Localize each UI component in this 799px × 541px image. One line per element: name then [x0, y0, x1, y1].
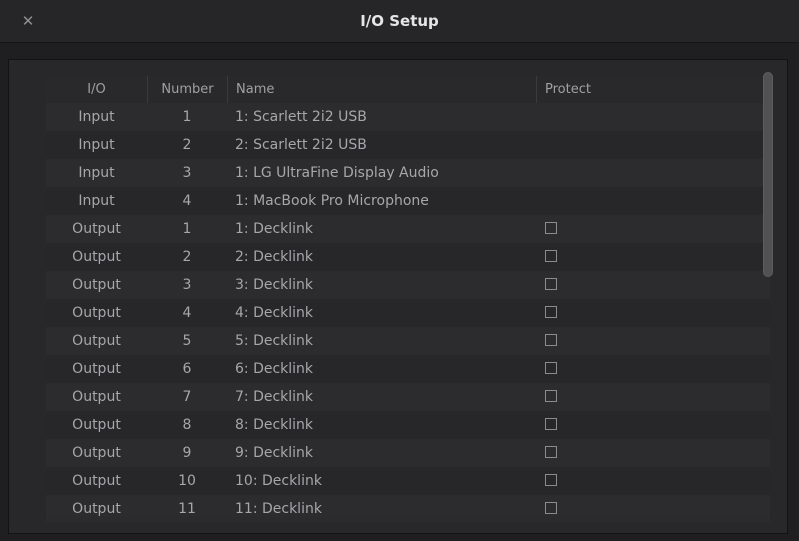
io-cell: Output: [72, 305, 121, 321]
name-cell: 2: Scarlett 2i2 USB: [235, 137, 367, 153]
name-cell: 9: Decklink: [235, 445, 314, 461]
io-cell: Output: [72, 389, 121, 405]
number-cell: 1: [182, 109, 192, 125]
table-row[interactable]: Output 2 2: Decklink: [46, 243, 770, 271]
number-cell: 4: [182, 193, 192, 209]
column-header-io[interactable]: I/O: [46, 76, 147, 103]
io-cell: Input: [78, 165, 115, 181]
title-bar: ✕ I/O Setup: [0, 0, 799, 43]
protect-cell: [536, 271, 770, 299]
table-row[interactable]: Output 11 11: Decklink: [46, 495, 770, 523]
protect-checkbox[interactable]: [545, 502, 557, 514]
io-cell: Output: [72, 445, 121, 461]
table-row[interactable]: Input 2 2: Scarlett 2i2 USB: [46, 131, 770, 159]
protect-checkbox[interactable]: [545, 418, 557, 430]
protect-cell: [536, 467, 770, 495]
table-row[interactable]: Input 1 1: Scarlett 2i2 USB: [46, 103, 770, 131]
table-header: I/O Number Name Protect: [46, 76, 770, 104]
table-row[interactable]: Output 7 7: Decklink: [46, 383, 770, 411]
column-header-name[interactable]: Name: [227, 76, 536, 103]
io-cell: Input: [78, 137, 115, 153]
protect-checkbox[interactable]: [545, 222, 557, 234]
protect-checkbox[interactable]: [545, 362, 557, 374]
vertical-scrollbar[interactable]: [763, 72, 773, 277]
protect-cell: [536, 243, 770, 271]
protect-cell: [536, 411, 770, 439]
io-cell: Output: [72, 333, 121, 349]
protect-cell: [536, 355, 770, 383]
number-cell: 2: [182, 249, 192, 265]
number-cell: 6: [182, 361, 192, 377]
name-cell: 1: Scarlett 2i2 USB: [235, 109, 367, 125]
io-cell: Output: [72, 277, 121, 293]
io-cell: Input: [78, 109, 115, 125]
io-cell: Output: [72, 473, 121, 489]
name-cell: 1: Decklink: [235, 221, 314, 237]
table-row[interactable]: Output 8 8: Decklink: [46, 411, 770, 439]
protect-checkbox[interactable]: [545, 278, 557, 290]
number-cell: 10: [178, 473, 196, 489]
name-cell: 1: MacBook Pro Microphone: [235, 193, 429, 209]
window-title: I/O Setup: [360, 12, 439, 30]
protect-checkbox[interactable]: [545, 306, 557, 318]
protect-checkbox[interactable]: [545, 250, 557, 262]
number-cell: 4: [182, 305, 192, 321]
name-cell: 8: Decklink: [235, 417, 314, 433]
name-cell: 2: Decklink: [235, 249, 314, 265]
name-cell: 5: Decklink: [235, 333, 314, 349]
protect-checkbox[interactable]: [545, 334, 557, 346]
io-cell: Input: [78, 193, 115, 209]
name-cell: 4: Decklink: [235, 305, 314, 321]
protect-checkbox[interactable]: [545, 474, 557, 486]
protect-cell: [536, 187, 770, 215]
name-cell: 1: LG UltraFine Display Audio: [235, 165, 439, 181]
table-row[interactable]: Output 3 3: Decklink: [46, 271, 770, 299]
io-cell: Output: [72, 221, 121, 237]
table-row[interactable]: Input 3 1: LG UltraFine Display Audio: [46, 159, 770, 187]
name-cell: 7: Decklink: [235, 389, 314, 405]
protect-cell: [536, 439, 770, 467]
number-cell: 9: [182, 445, 192, 461]
protect-cell: [536, 495, 770, 523]
protect-cell: [536, 131, 770, 159]
name-cell: 6: Decklink: [235, 361, 314, 377]
io-cell: Output: [72, 249, 121, 265]
table-row[interactable]: Output 10 10: Decklink: [46, 467, 770, 495]
column-header-number[interactable]: Number: [147, 76, 227, 103]
protect-cell: [536, 327, 770, 355]
io-cell: Output: [72, 501, 121, 517]
protect-checkbox[interactable]: [545, 390, 557, 402]
table-row[interactable]: Output 6 6: Decklink: [46, 355, 770, 383]
number-cell: 11: [178, 501, 196, 517]
name-cell: 3: Decklink: [235, 277, 314, 293]
number-cell: 1: [182, 221, 192, 237]
protect-cell: [536, 383, 770, 411]
protect-cell: [536, 215, 770, 243]
table-row[interactable]: Output 4 4: Decklink: [46, 299, 770, 327]
io-cell: Output: [72, 361, 121, 377]
table-row[interactable]: Output 9 9: Decklink: [46, 439, 770, 467]
protect-cell: [536, 159, 770, 187]
table-row[interactable]: Output 1 1: Decklink: [46, 215, 770, 243]
table-row[interactable]: Input 4 1: MacBook Pro Microphone: [46, 187, 770, 215]
table-row[interactable]: Output 5 5: Decklink: [46, 327, 770, 355]
number-cell: 3: [182, 277, 192, 293]
io-cell: Output: [72, 417, 121, 433]
name-cell: 11: Decklink: [235, 501, 322, 517]
io-setup-window: ✕ I/O Setup I/O Number Name Protect Inpu…: [0, 0, 799, 541]
protect-checkbox[interactable]: [545, 446, 557, 458]
number-cell: 7: [182, 389, 192, 405]
number-cell: 2: [182, 137, 192, 153]
protect-cell: [536, 299, 770, 327]
number-cell: 5: [182, 333, 192, 349]
io-table-panel: I/O Number Name Protect Input 1 1: Scarlet…: [8, 59, 788, 534]
io-table: I/O Number Name Protect Input 1 1: Scarlet…: [46, 76, 770, 532]
number-cell: 8: [182, 417, 192, 433]
column-header-protect[interactable]: Protect: [536, 76, 770, 103]
protect-cell: [536, 103, 770, 131]
name-cell: 10: Decklink: [235, 473, 322, 489]
number-cell: 3: [182, 165, 192, 181]
